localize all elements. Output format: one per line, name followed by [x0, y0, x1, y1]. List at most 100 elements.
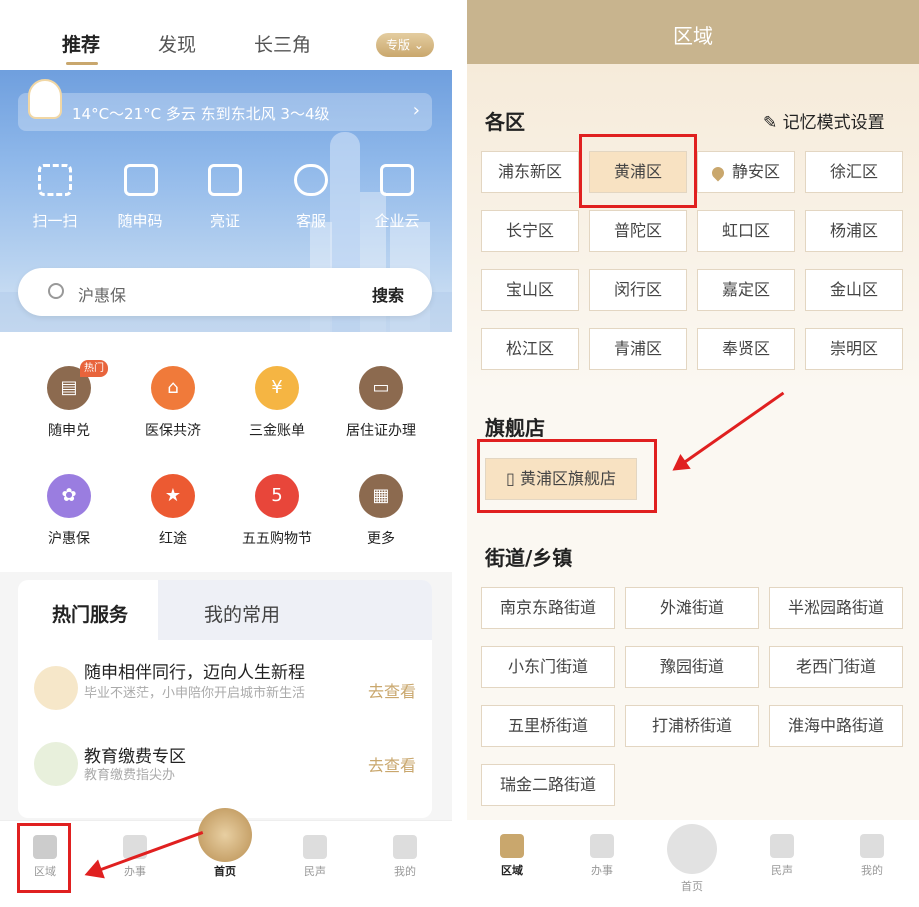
service-residence-permit[interactable]: ▭ 居住证办理 [331, 366, 431, 440]
region-gate-icon [500, 834, 524, 858]
nav-affairs[interactable]: 办事 [572, 834, 632, 878]
star-icon: ★ [151, 474, 195, 518]
nav-voice[interactable]: 民声 [752, 834, 812, 878]
service-medical-share[interactable]: ⌂ 医保共济 [123, 366, 223, 440]
nav-home[interactable]: 首页 [195, 863, 255, 879]
district-button[interactable]: 长宁区 [481, 210, 579, 252]
tab-my-favorites[interactable]: 我的常用 [204, 600, 280, 627]
view-button[interactable]: 去查看 [368, 752, 416, 776]
district-button[interactable]: 嘉定区 [697, 269, 795, 311]
tab-yangtze-delta[interactable]: 长三角 [254, 30, 311, 57]
district-label: 长宁区 [505, 221, 554, 240]
special-edition-button[interactable]: 专版 ⌄ [376, 33, 434, 57]
street-button[interactable]: 打浦桥街道 [625, 705, 759, 747]
qr-code-icon[interactable] [124, 164, 158, 196]
search-button[interactable]: 搜索 [372, 282, 404, 306]
district-button[interactable]: 宝山区 [481, 269, 579, 311]
tab-discover[interactable]: 发现 [158, 30, 196, 57]
weather-bar[interactable]: 14°C～21°C 多云 东到东北风 3～4级 › [18, 79, 432, 131]
street-label: 外滩街道 [659, 598, 724, 617]
quick-action-show-id[interactable]: 亮证 [185, 210, 265, 231]
district-button[interactable]: 静安区 [697, 151, 795, 193]
street-label: 打浦桥街道 [651, 716, 732, 735]
tab-hot-services[interactable]: 热门服务 [52, 600, 128, 627]
service-shopping-festival[interactable]: 5 五五购物节 [227, 474, 327, 548]
search-input[interactable]: 沪惠保 [78, 282, 126, 306]
nav-mine[interactable]: 我的 [375, 835, 435, 879]
street-button[interactable]: 淮海中路街道 [769, 705, 903, 747]
street-button[interactable]: 半淞园路街道 [769, 587, 903, 629]
mascot-icon [28, 79, 62, 119]
quick-action-service[interactable]: 客服 [271, 210, 351, 231]
district-button[interactable]: 虹口区 [697, 210, 795, 252]
divider [452, 0, 467, 907]
memory-mode-label: 记忆模式设置 [782, 113, 885, 133]
district-button[interactable]: 杨浦区 [805, 210, 903, 252]
nav-voice[interactable]: 民声 [285, 835, 345, 879]
person-icon [860, 834, 884, 858]
street-button[interactable]: 老西门街道 [769, 646, 903, 688]
district-button[interactable]: 青浦区 [589, 328, 687, 370]
item-desc: 教育缴费指尖办 [84, 768, 176, 783]
home-pearl-tower-icon [667, 824, 717, 874]
id-card-icon[interactable] [208, 164, 242, 196]
street-button[interactable]: 外滩街道 [625, 587, 759, 629]
memory-mode-button[interactable]: ✎ 记忆模式设置 [763, 108, 885, 133]
nav-region[interactable]: 区域 [482, 834, 542, 878]
quick-action-scan[interactable]: 扫一扫 [15, 210, 95, 231]
annotation-arrow [676, 391, 785, 469]
district-button[interactable]: 闵行区 [589, 269, 687, 311]
district-button[interactable]: 松江区 [481, 328, 579, 370]
service-suishendui[interactable]: ▤ 随申兑 [19, 366, 119, 440]
nav-home[interactable]: 首页 [662, 824, 722, 894]
tab-recommend[interactable]: 推荐 [62, 30, 100, 57]
item-desc: 毕业不迷茫，小申陪你开启城市新生活 [84, 686, 306, 701]
street-button[interactable]: 南京东路街道 [481, 587, 615, 629]
customer-service-icon[interactable] [294, 164, 328, 196]
nav-label: 首页 [214, 865, 236, 878]
festival-icon: 5 [255, 474, 299, 518]
hot-badge: 热门 [80, 360, 108, 377]
district-button[interactable]: 金山区 [805, 269, 903, 311]
district-button[interactable]: 徐汇区 [805, 151, 903, 193]
street-button[interactable]: 瑞金二路街道 [481, 764, 615, 806]
service-label: 更多 [367, 531, 395, 547]
nav-mine[interactable]: 我的 [842, 834, 902, 878]
home-pearl-tower-icon[interactable] [198, 808, 252, 862]
quick-action-health-code[interactable]: 随申码 [100, 210, 180, 231]
service-label: 随申兑 [48, 423, 90, 439]
service-huhuibao[interactable]: ✿ 沪惠保 [19, 474, 119, 548]
district-button[interactable]: 奉贤区 [697, 328, 795, 370]
service-red-route[interactable]: ★ 红途 [123, 474, 223, 548]
street-button[interactable]: 豫园街道 [625, 646, 759, 688]
district-label: 金山区 [829, 280, 878, 299]
hot-services-panel: 热门服务 我的常用 随申相伴同行，迈向人生新程 毕业不迷茫，小申陪你开启城市新生… [18, 580, 432, 818]
service-label: 沪惠保 [48, 531, 90, 547]
street-button[interactable]: 小东门街道 [481, 646, 615, 688]
scan-icon[interactable] [38, 164, 72, 196]
service-more[interactable]: ▦ 更多 [331, 474, 431, 548]
district-button[interactable]: 浦东新区 [481, 151, 579, 193]
region-screen: 区域 各区 ✎ 记忆模式设置 浦东新区 黄浦区 静安区 徐汇区 长宁区 普陀区 虹口区 杨浦区… [467, 0, 919, 907]
medical-icon: ⌂ [151, 366, 195, 410]
service-fund-bill[interactable]: ¥ 三金账单 [227, 366, 327, 440]
nav-label: 民声 [771, 864, 793, 877]
enterprise-cloud-icon[interactable] [380, 164, 414, 196]
education-avatar-icon [34, 742, 78, 786]
view-button[interactable]: 去查看 [368, 678, 416, 702]
nav-label: 民声 [304, 865, 326, 878]
magnolia-icon [770, 834, 794, 858]
district-button[interactable]: 普陀区 [589, 210, 687, 252]
search-bar[interactable]: 沪惠保 搜索 [18, 268, 432, 316]
street-button[interactable]: 五里桥街道 [481, 705, 615, 747]
highlight-box [17, 823, 71, 893]
magnolia-icon [303, 835, 327, 859]
district-button[interactable]: 崇明区 [805, 328, 903, 370]
quick-action-enterprise[interactable]: 企业云 [357, 210, 437, 231]
fund-icon: ¥ [255, 366, 299, 410]
district-label: 奉贤区 [721, 339, 770, 358]
nav-label: 我的 [394, 865, 416, 878]
active-tab-indicator [66, 62, 98, 65]
districts-title: 各区 [485, 110, 525, 134]
district-label: 松江区 [505, 339, 554, 358]
